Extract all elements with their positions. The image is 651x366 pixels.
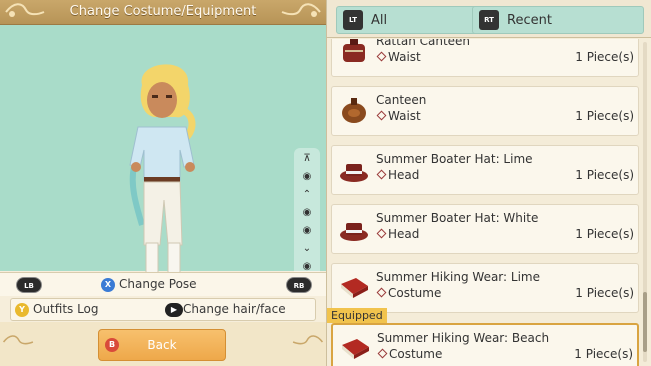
item-name: Canteen [376,93,427,107]
hat-icon [340,223,368,241]
change-pose-label[interactable]: Change Pose [119,277,197,291]
stick-icon: ◉ [302,225,312,236]
item-slot: Costume [376,286,441,300]
change-hair-face-button[interactable]: Change hair/face [183,302,286,316]
tab-recent[interactable]: RT Recent [472,6,644,34]
outfits-log-button[interactable]: Outfits Log [33,302,99,316]
item-quantity: 1 Piece(s) [574,347,633,361]
item-slot: Waist [376,109,421,123]
item-name: Summer Hiking Wear: Lime [376,270,540,284]
list-item[interactable]: Summer Hiking Wear: Lime Costume 1 Piece… [331,263,639,313]
scrollbar-thumb[interactable] [643,292,647,352]
preview-panel: Change Costume/Equipment ⊼ ◉ ⌃ ◉ ◉ ⌄ ◉ L… [0,0,326,366]
item-slot: Head [376,227,419,241]
character-preview[interactable]: ⊼ ◉ ⌃ ◉ ◉ ⌄ ◉ ⊻ [0,25,326,293]
title-bar: Change Costume/Equipment [0,0,326,25]
item-slot: Waist [376,50,421,64]
item-slot: Head [376,168,419,182]
item-name: Rattan Canteen [376,39,471,48]
rt-button-icon: RT [479,10,499,30]
character-model [129,64,196,276]
back-label: Back [147,338,177,352]
lb-button-icon[interactable]: LB [16,277,42,293]
tab-bar: LT All RT Recent [327,0,651,38]
item-name: Summer Boater Hat: Lime [376,152,533,166]
right-stick-icon: ▶ [165,303,183,317]
flourish-right-icon [281,3,321,17]
list-item[interactable]: Summer Boater Hat: White Head 1 Piece(s) [331,204,639,254]
rb-button-icon[interactable]: RB [286,277,312,293]
equipment-list-panel: LT All RT Recent Rattan Canteen Waist 1 … [326,0,651,366]
item-quantity: 1 Piece(s) [575,109,634,123]
arrow-up-double-icon[interactable]: ⌃ [300,188,314,202]
item-list[interactable]: Rattan Canteen Waist 1 Piece(s) Canteen … [327,39,651,366]
item-name: Summer Boater Hat: White [376,211,539,225]
lt-button-icon: LT [343,10,363,30]
list-item-equipped[interactable]: Summer Hiking Wear: Beach Costume 1 Piec… [331,323,639,366]
list-item[interactable]: Summer Boater Hat: Lime Head 1 Piece(s) [331,145,639,195]
stick-icon: ◉ [302,207,312,218]
arrow-down-double-icon[interactable]: ⌄ [300,242,314,256]
stick-icon: ◉ [302,171,312,182]
tab-recent-label: Recent [507,13,552,28]
book-icon [341,278,368,298]
option-control-row: Y Outfits Log ▶ Change hair/face [10,298,316,321]
item-quantity: 1 Piece(s) [575,50,634,64]
item-quantity: 1 Piece(s) [575,286,634,300]
back-button[interactable]: B Back [98,329,226,361]
flourish-bottom-right-icon [292,335,324,345]
scrollbar[interactable] [643,42,647,362]
arrow-top-icon[interactable]: ⊼ [300,152,314,166]
tab-all-label: All [371,13,388,28]
flourish-bottom-left-icon [2,335,34,345]
list-item[interactable]: Canteen Waist 1 Piece(s) [331,86,639,136]
pose-control-row: LB X Change Pose RB [0,272,326,296]
canteen-icon [343,39,365,62]
canteen-icon [342,98,366,123]
y-button-icon: Y [15,303,29,317]
book-icon [342,339,369,359]
item-quantity: 1 Piece(s) [575,227,634,241]
list-item[interactable]: Rattan Canteen Waist 1 Piece(s) [331,39,639,77]
x-button-icon: X [101,278,115,292]
item-name: Summer Hiking Wear: Beach [377,331,550,345]
item-quantity: 1 Piece(s) [575,168,634,182]
tab-all[interactable]: LT All [336,6,490,34]
hat-icon [340,164,368,182]
equipped-badge: Equipped [327,308,387,323]
item-slot: Costume [377,347,442,361]
